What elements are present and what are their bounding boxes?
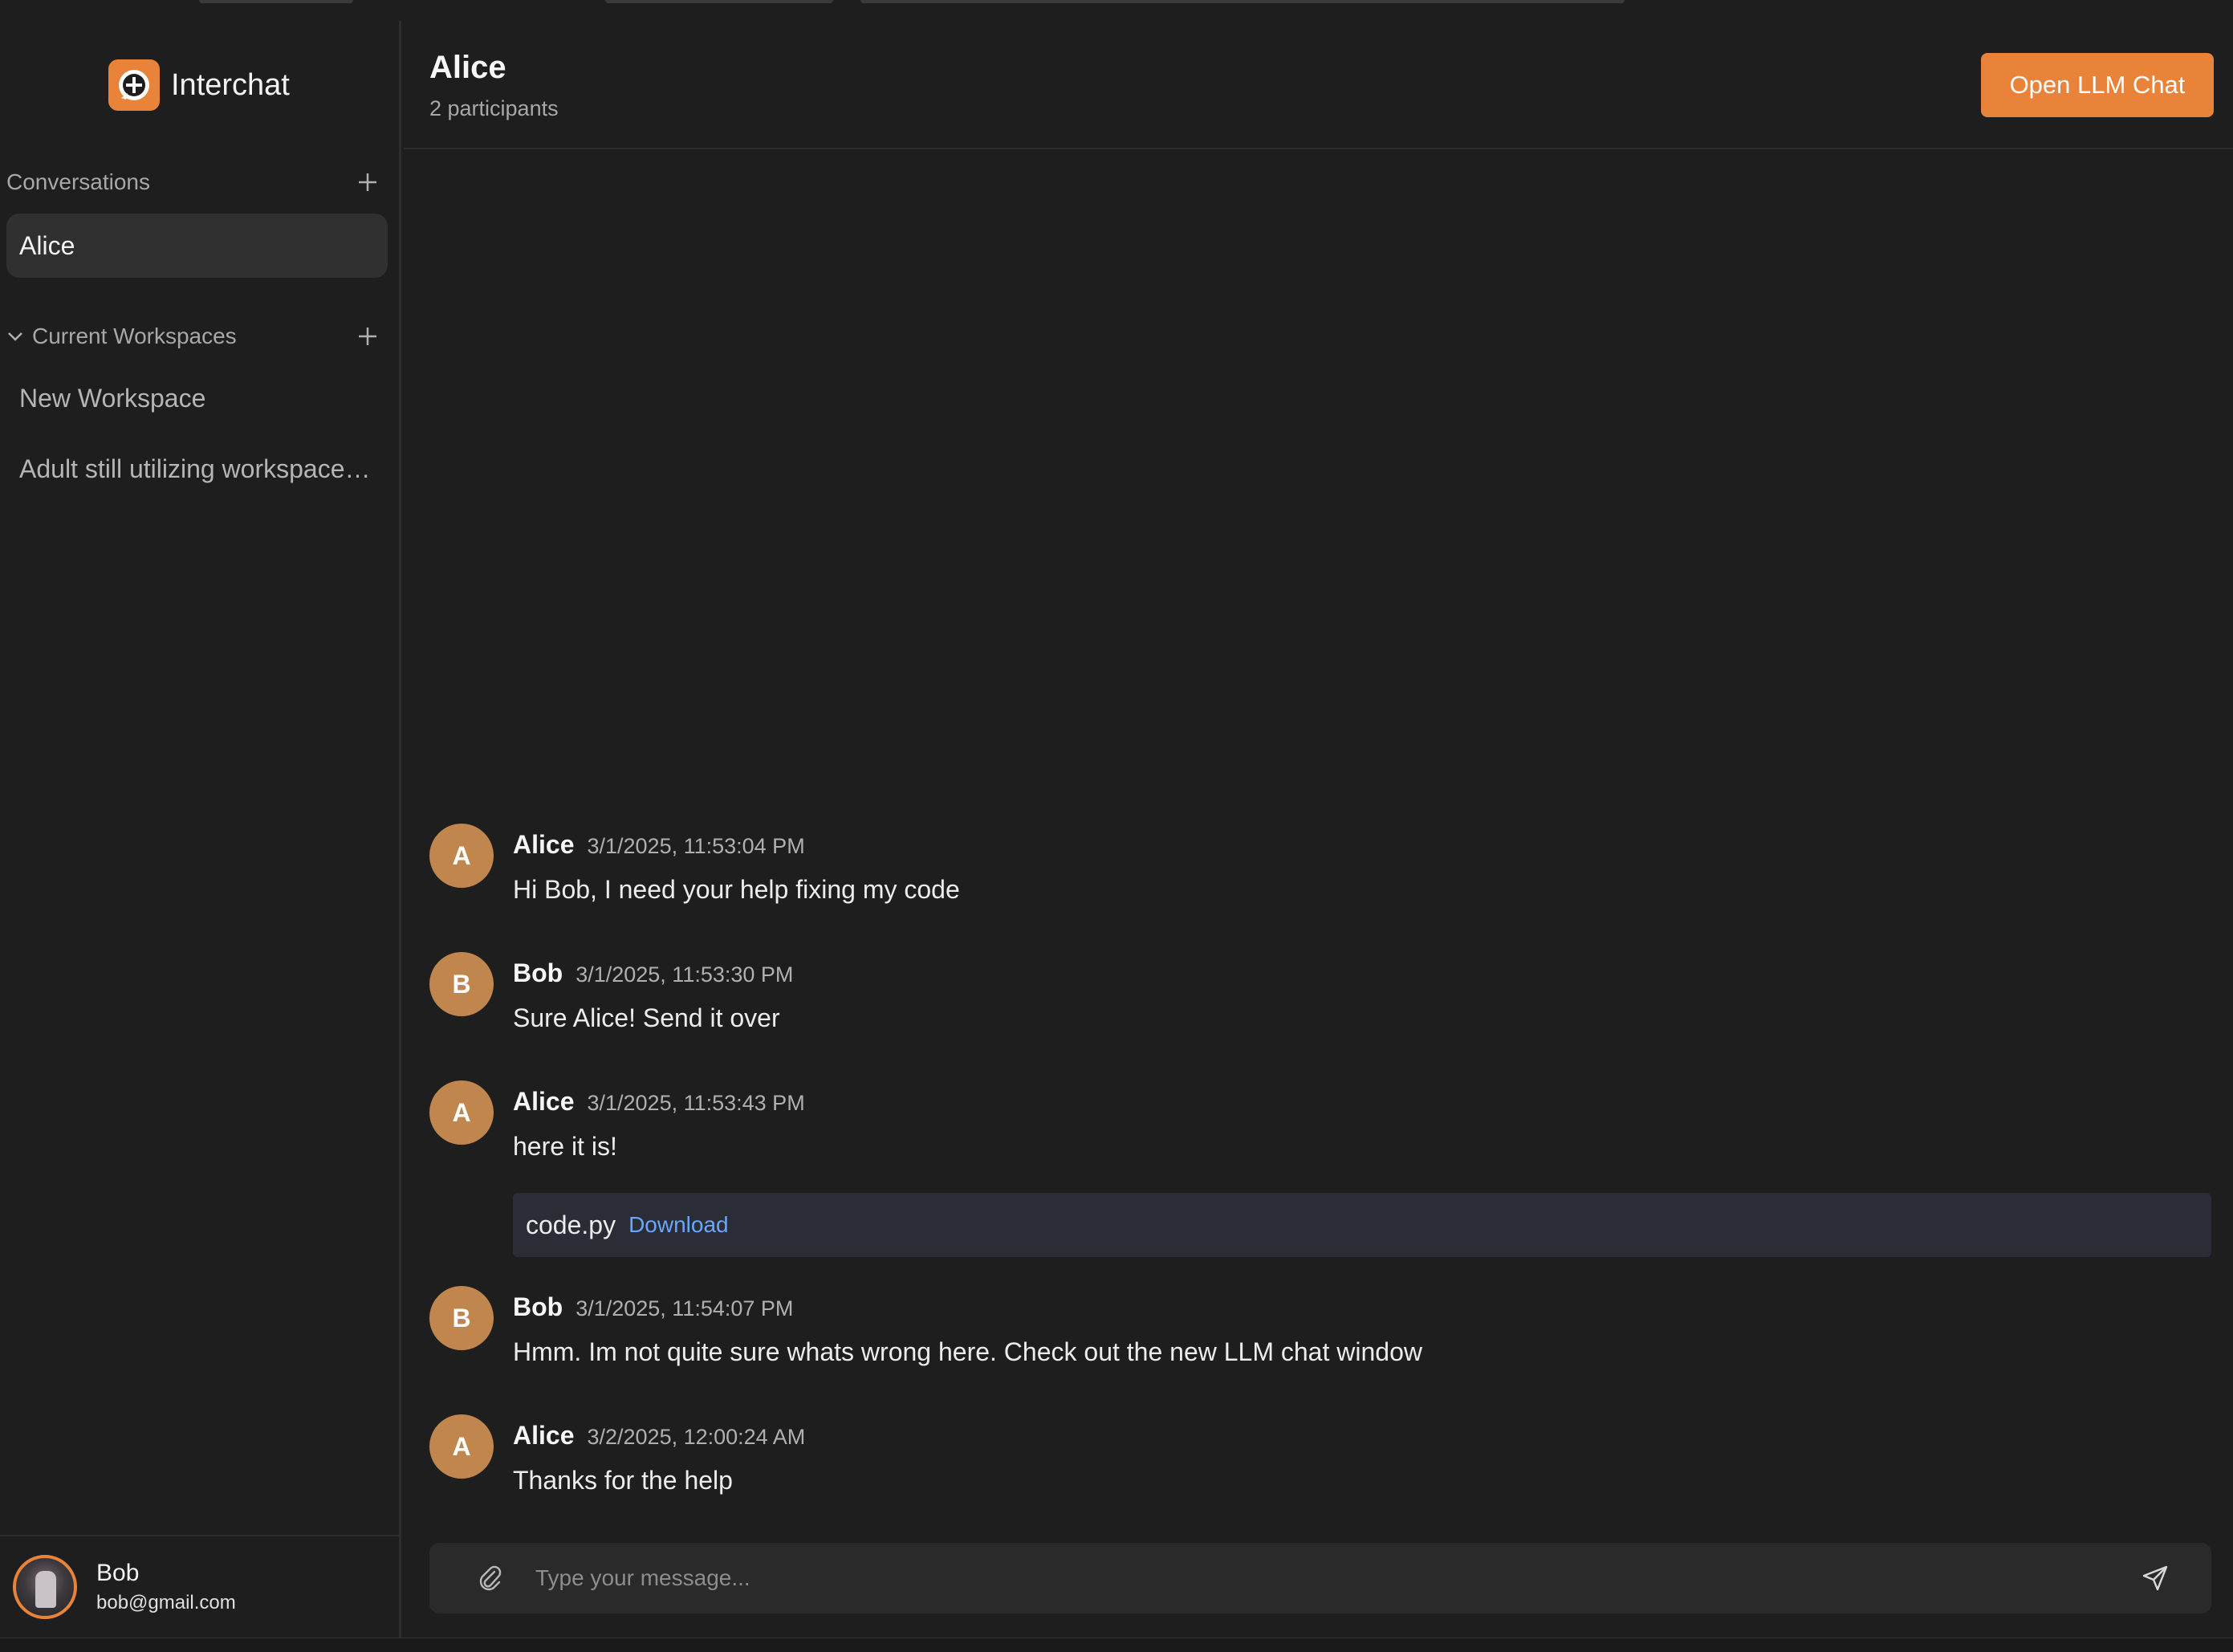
open-llm-chat-button[interactable]: Open LLM Chat — [1981, 53, 2214, 117]
plus-circle-icon — [108, 59, 160, 111]
plus-icon — [359, 173, 376, 191]
user-name: Bob — [96, 1560, 140, 1586]
conversations-header: Conversations — [6, 162, 384, 202]
message-timestamp: 3/2/2025, 12:00:24 AM — [587, 1425, 806, 1449]
brand[interactable]: Interchat — [108, 59, 290, 111]
message-author: Alice — [513, 830, 575, 859]
avatar: B — [429, 1286, 494, 1350]
chat-header: Alice 2 participants Open LLM Chat — [404, 0, 2233, 149]
avatar: A — [429, 1414, 494, 1479]
new-conversation-button[interactable] — [352, 166, 384, 198]
paperclip-icon — [479, 1565, 502, 1591]
avatar[interactable] — [13, 1555, 77, 1619]
workspace-item[interactable]: Adult still utilizing workspace… — [19, 445, 380, 493]
message-timestamp: 3/1/2025, 11:53:43 PM — [587, 1091, 805, 1115]
message-text: Hi Bob, I need your help fixing my code — [513, 875, 960, 904]
message-timestamp: 3/1/2025, 11:54:07 PM — [576, 1296, 794, 1320]
message-timestamp: 3/1/2025, 11:53:30 PM — [576, 962, 794, 987]
message-author: Bob — [513, 958, 563, 987]
attach-file-button[interactable] — [458, 1546, 523, 1610]
app-name: Interchat — [171, 67, 290, 102]
browser-tab-stub — [199, 0, 353, 3]
avatar: A — [429, 824, 494, 888]
app-window: Interchat Conversations Alice Current Wo… — [0, 0, 2233, 1652]
workspaces-header[interactable]: Current Workspaces — [6, 316, 384, 356]
attachment-filename: code.py — [526, 1210, 616, 1239]
conversation-item-alice[interactable]: Alice — [6, 214, 388, 278]
workspace-label: New Workspace — [19, 383, 206, 413]
chevron-down-icon — [8, 332, 22, 341]
workspaces-label: Current Workspaces — [32, 323, 237, 348]
file-attachment: code.py Download — [513, 1193, 2211, 1257]
user-email: bob@gmail.com — [96, 1592, 236, 1613]
plus-icon — [359, 328, 376, 345]
chat-panel: Alice 2 participants Open LLM Chat A Ali… — [404, 0, 2233, 1638]
message-text: Sure Alice! Send it over — [513, 1003, 780, 1032]
new-workspace-button[interactable] — [352, 320, 384, 352]
window-bottom-edge — [0, 1638, 2233, 1652]
message-text: here it is! — [513, 1132, 617, 1161]
message-author: Alice — [513, 1087, 575, 1116]
message-author: Bob — [513, 1292, 563, 1321]
conversation-label: Alice — [19, 230, 75, 260]
conversations-label: Conversations — [6, 169, 150, 194]
sidebar: Interchat Conversations Alice Current Wo… — [0, 21, 401, 1638]
message-author: Alice — [513, 1421, 575, 1450]
message-composer — [429, 1543, 2211, 1613]
send-icon — [2142, 1565, 2168, 1591]
avatar: B — [429, 952, 494, 1016]
participants-count: 2 participants — [429, 96, 559, 120]
workspace-label: Adult still utilizing workspace… — [19, 454, 371, 483]
workspace-item[interactable]: New Workspace — [19, 374, 380, 422]
user-profile[interactable]: Bob bob@gmail.com — [0, 1535, 401, 1638]
chat-title: Alice — [429, 50, 506, 85]
message-input[interactable] — [523, 1546, 2123, 1610]
message-timestamp: 3/1/2025, 11:53:04 PM — [587, 834, 805, 858]
download-link[interactable]: Download — [628, 1212, 729, 1238]
message-text: Thanks for the help — [513, 1466, 733, 1495]
send-button[interactable] — [2123, 1546, 2187, 1610]
avatar: A — [429, 1080, 494, 1145]
message-text: Hmm. Im not quite sure whats wrong here.… — [513, 1337, 1422, 1366]
